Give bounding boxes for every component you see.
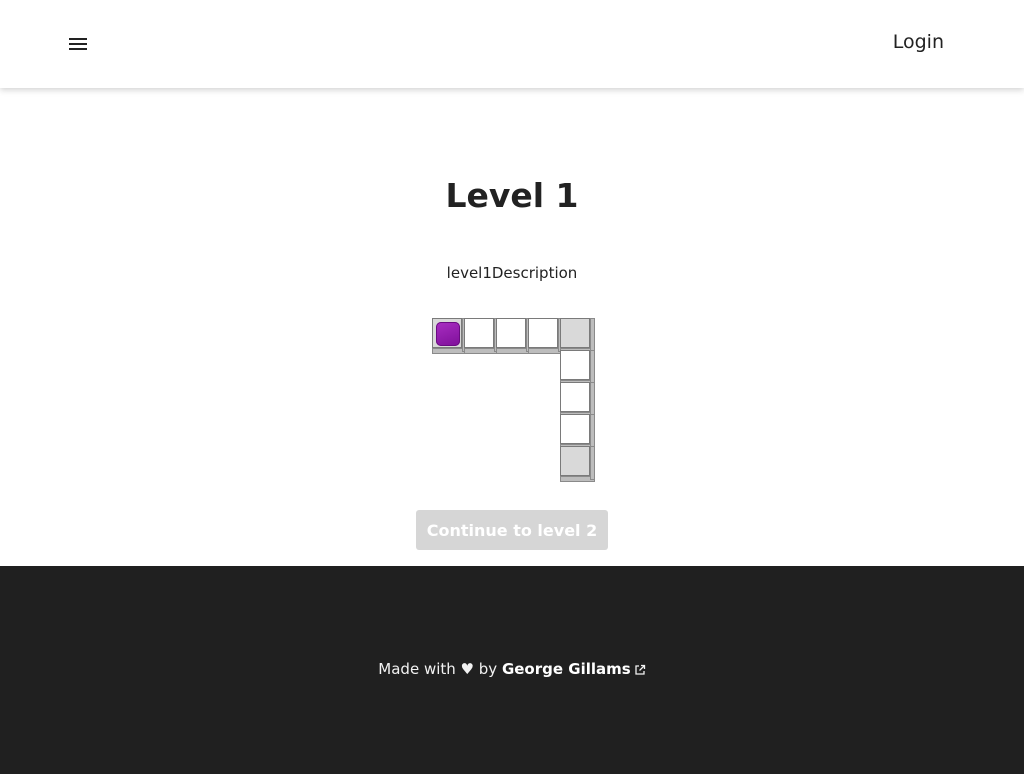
author-name: George Gillams xyxy=(501,660,631,678)
external-link-icon xyxy=(635,664,645,675)
cell-face xyxy=(560,350,590,380)
cell-face xyxy=(496,318,526,348)
continue-button[interactable]: Continue to level 2 xyxy=(416,510,608,550)
cell-face xyxy=(464,318,494,348)
cell-face xyxy=(528,318,558,348)
cell-edge-right xyxy=(590,382,595,416)
made-with-text: Made with ♥ by xyxy=(378,660,498,678)
cell-face xyxy=(560,446,590,476)
cell-edge-right xyxy=(590,414,595,448)
menu-button[interactable] xyxy=(66,32,90,56)
author-link[interactable]: George Gillams xyxy=(502,660,646,678)
login-link[interactable]: Login xyxy=(893,31,944,53)
top-bar: Login xyxy=(0,0,1024,88)
cell-face xyxy=(560,318,590,348)
cell-edge-right xyxy=(590,350,595,384)
cell-edge-right xyxy=(590,318,595,352)
cell-edge-right xyxy=(590,446,595,480)
player-piece[interactable] xyxy=(436,322,460,346)
footer-credit: Made with ♥ by George Gillams xyxy=(0,660,1024,678)
cell-face xyxy=(560,414,590,444)
menu-icon xyxy=(69,38,87,50)
cell-face xyxy=(560,382,590,412)
footer: Made with ♥ by George Gillams xyxy=(0,566,1024,774)
